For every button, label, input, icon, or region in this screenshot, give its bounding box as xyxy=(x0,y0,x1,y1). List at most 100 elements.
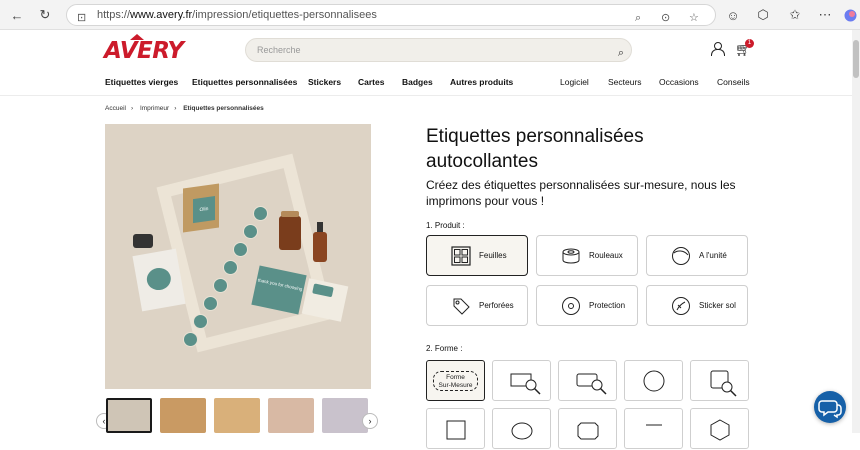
more-icon[interactable]: ⋯ xyxy=(816,6,834,24)
sticker-roll-label xyxy=(253,206,268,221)
gallery-thumbnail[interactable] xyxy=(322,398,368,433)
copilot-icon[interactable] xyxy=(841,6,859,24)
nav-cartes[interactable]: Cartes xyxy=(358,77,384,87)
product-section-label: 1. Produit : xyxy=(426,221,465,230)
option-label: A l'unité xyxy=(699,251,727,260)
breadcrumb-separator: › xyxy=(130,105,134,112)
search-icon[interactable]: ⌕ xyxy=(618,42,624,64)
breadcrumb-current: Etiquettes personnalisées xyxy=(183,105,264,112)
gift-bag: Olin xyxy=(183,183,219,233)
breadcrumb-separator: › xyxy=(174,105,177,112)
custom-shape-icon: Forme Sur-Mesure xyxy=(433,371,478,391)
url-domain: www.avery.fr xyxy=(130,9,193,21)
circle-shape-icon xyxy=(643,370,665,392)
nav-etiquettes-personnalisees[interactable]: Etiquettes personnalisées xyxy=(192,77,297,87)
favorites-icon[interactable]: ✩ xyxy=(786,6,804,24)
gallery-thumbnail[interactable] xyxy=(106,398,152,433)
rounded-rectangle-shape-icon xyxy=(576,373,607,395)
cart-count-badge: 1 xyxy=(745,39,754,48)
breadcrumb-imprimeur[interactable]: Imprimeur xyxy=(140,105,169,112)
option-label: Feuilles xyxy=(479,251,507,260)
shape-hexagon[interactable] xyxy=(690,408,749,449)
nav-autres-produits[interactable]: Autres produits xyxy=(450,77,513,87)
shape-circle[interactable] xyxy=(624,360,683,401)
option-label: Perforées xyxy=(479,301,514,310)
account-icon[interactable] xyxy=(711,42,725,56)
bag-label: Olin xyxy=(193,196,215,224)
address-bar[interactable]: ⊡ https://www.avery.fr/impression/etique… xyxy=(66,4,716,26)
sticker-roll-label xyxy=(183,332,198,347)
option-rouleaux[interactable]: Rouleaux xyxy=(536,235,638,276)
scrollbar-thumb[interactable] xyxy=(853,40,859,78)
sticker-roll-label xyxy=(193,314,208,329)
sticker-roll-label xyxy=(243,224,258,239)
sheets-icon xyxy=(451,245,471,266)
url-prefix: https:// xyxy=(97,9,131,21)
shape-heart[interactable] xyxy=(624,408,683,449)
site-info-icon[interactable]: ⊡ xyxy=(77,8,86,28)
chat-button[interactable] xyxy=(814,391,846,423)
nav-etiquettes-vierges[interactable]: Etiquettes vierges xyxy=(105,77,178,87)
shape-oval[interactable] xyxy=(492,408,551,449)
shape-sur-mesure[interactable]: Forme Sur-Mesure xyxy=(426,360,485,401)
url-path: /impression/etiquettes-personnalisees xyxy=(192,9,377,21)
back-icon[interactable]: ← xyxy=(8,6,26,24)
option-feuilles[interactable]: Feuilles xyxy=(426,235,528,276)
nav-stickers[interactable]: Stickers xyxy=(308,77,341,87)
notched-square-shape-icon xyxy=(446,420,466,440)
page-title: Etiquettes personnalisées autocollantes xyxy=(426,126,644,172)
page-scrollbar[interactable] xyxy=(852,30,860,433)
option-label: Sticker sol xyxy=(699,301,736,310)
favorite-star-icon[interactable]: ☆ xyxy=(689,8,699,28)
oval-shape-icon xyxy=(511,422,533,440)
tag-icon xyxy=(451,296,471,316)
option-protection[interactable]: Protection xyxy=(536,285,638,326)
sticker-roll-label xyxy=(223,260,238,275)
shape-octagon[interactable] xyxy=(558,408,617,449)
search-placeholder: Recherche xyxy=(257,45,301,55)
option-label: Protection xyxy=(589,301,626,310)
roll-icon xyxy=(561,246,581,266)
nav-occasions[interactable]: Occasions xyxy=(659,77,699,87)
extensions-icon[interactable]: ⬡ xyxy=(754,6,772,24)
product-subtitle: Créez des étiquettes personnalisées sur-… xyxy=(426,178,736,208)
option-sticker-sol[interactable]: Sticker sol xyxy=(646,285,748,326)
gallery-thumbnail[interactable] xyxy=(160,398,206,433)
product-main-image[interactable]: Olin thank you for choosing xyxy=(105,124,371,389)
rectangle-shape-icon xyxy=(510,373,541,395)
gallery-thumbnail[interactable] xyxy=(214,398,260,433)
refresh-icon[interactable]: ↻ xyxy=(36,6,54,24)
chat-bubbles-icon xyxy=(818,400,842,419)
option-label: Rouleaux xyxy=(589,251,623,260)
heart-shape-icon xyxy=(646,424,662,426)
search-input[interactable]: Recherche ⌕ xyxy=(245,38,632,62)
shape-rectangle-rounded[interactable] xyxy=(558,360,617,401)
site-header: AVERY Recherche ⌕ 🛒︎ 1 Etiquettes vierge… xyxy=(0,30,860,96)
nav-conseils[interactable]: Conseils xyxy=(717,77,750,87)
gallery-next-button[interactable]: › xyxy=(362,413,378,429)
shape-section-label: 2. Forme : xyxy=(426,344,463,353)
disc-icon xyxy=(561,296,581,316)
sticker-roll-label xyxy=(203,296,218,311)
nav-badges[interactable]: Badges xyxy=(402,77,433,87)
sticker-roll-label xyxy=(213,278,228,293)
nav-secteurs[interactable]: Secteurs xyxy=(608,77,642,87)
breadcrumb-accueil[interactable]: Accueil xyxy=(105,105,126,112)
option-a-l-unite[interactable]: A l'unité xyxy=(646,235,748,276)
option-perforees[interactable]: Perforées xyxy=(426,285,528,326)
single-label-icon xyxy=(671,246,691,266)
avery-logo[interactable]: AVERY xyxy=(104,34,184,64)
floor-sticker-icon xyxy=(671,296,691,316)
profile-icon[interactable]: ☺ xyxy=(724,6,742,24)
cream-jar xyxy=(133,234,153,248)
shape-square[interactable] xyxy=(690,360,749,401)
browser-toolbar: ← ↻ ⊡ https://www.avery.fr/impression/et… xyxy=(0,0,860,30)
gallery-thumbnail[interactable] xyxy=(268,398,314,433)
zoom-icon[interactable]: ⌕ xyxy=(635,8,641,28)
nav-logiciel[interactable]: Logiciel xyxy=(560,77,589,87)
shape-rectangle[interactable] xyxy=(492,360,551,401)
spray-bottle xyxy=(313,222,327,262)
shape-square-notch[interactable] xyxy=(426,408,485,449)
reading-mode-icon[interactable]: ⊙ xyxy=(661,8,670,28)
amber-jar xyxy=(279,211,301,250)
